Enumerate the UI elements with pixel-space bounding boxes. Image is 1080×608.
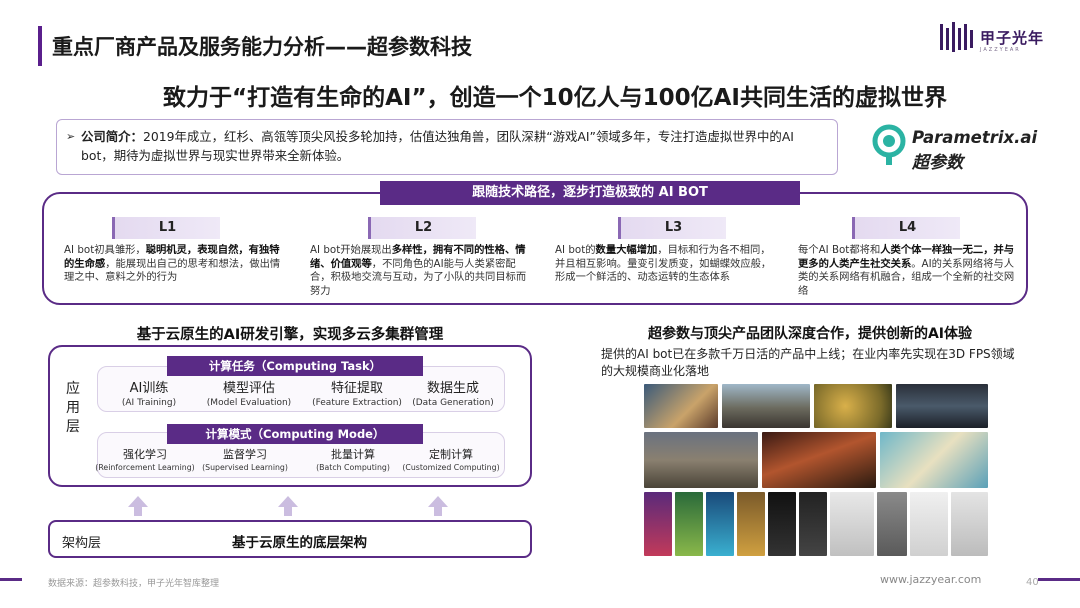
title-accent-bar xyxy=(38,26,42,66)
task-feature-extraction: 特征提取 (Feature Extraction) xyxy=(312,381,402,408)
computing-mode-title: 计算模式（Computing Mode） xyxy=(167,424,423,444)
level-desc-text: AI bot开始展现出 xyxy=(310,244,392,256)
game-screenshot xyxy=(644,432,758,488)
page-number: 40 xyxy=(1026,577,1039,588)
parametrix-logo-icon xyxy=(872,124,906,165)
partnership-title: 超参数与顶尖产品团队深度合作，提供创新的AI体验 xyxy=(647,326,973,342)
game-screenshot xyxy=(644,384,718,428)
mode-reinforcement-learning: 强化学习 (Reinforcement Learning) xyxy=(95,448,195,472)
game-screenshot xyxy=(762,432,876,488)
game-screenshot xyxy=(896,384,988,428)
game-screenshot xyxy=(951,492,988,556)
game-screenshot xyxy=(644,492,672,556)
game-screenshot xyxy=(799,492,827,556)
company-intro-box: ➢ 公司简介：2019年成立，红杉、高瓴等顶尖风投多轮加持，估值达独角兽，团队深… xyxy=(56,119,838,175)
level-tab-l4: L4 xyxy=(852,217,960,239)
level-desc-text: AI bot的 xyxy=(555,244,596,256)
task-data-generation: 数据生成 (Data Generation) xyxy=(412,381,494,408)
task-model-evaluation: 模型评估 (Model Evaluation) xyxy=(206,381,292,408)
logo-subtitle: JAZZYEAR xyxy=(980,47,1021,53)
level-desc-l1: AI bot初具雏形，聪明机灵，表现自然，有独特的生命感，能展现出自己的思考和想… xyxy=(64,244,284,285)
mode-supervised-learning: 监督学习 (Supervised Learning) xyxy=(202,448,288,472)
bullet-arrow-icon: ➢ xyxy=(66,130,76,143)
game-screenshot-gallery xyxy=(644,384,988,556)
level-desc-text: AI bot初具雏形， xyxy=(64,244,146,256)
website-link[interactable]: www.jazzyear.com xyxy=(880,573,981,586)
page-title: 重点厂商产品及服务能力分析——超参数科技 xyxy=(52,35,472,59)
architecture-title: 基于云原生的AI研发引擎，实现多云多集群管理 xyxy=(136,327,444,343)
level-tab-l3: L3 xyxy=(618,217,726,239)
headline: 致力于“打造有生命的AI”，创造一个10亿人与100亿AI共同生活的虚拟世界 xyxy=(163,85,947,111)
up-arrow-icon xyxy=(128,496,148,516)
level-desc-l4: 每个AI Bot都将和人类个体一样独一无二，并与更多的人类产生社交关系。AI的关… xyxy=(798,244,1018,298)
mode-batch-computing: 批量计算 (Batch Computing) xyxy=(316,448,390,472)
roadmap-title: 跟随技术路径，逐步打造极致的 AI BOT xyxy=(380,181,800,205)
footer-accent-line xyxy=(1038,578,1080,581)
up-arrow-icon xyxy=(278,496,298,516)
game-screenshot xyxy=(910,492,948,556)
level-desc-l3: AI bot的数量大幅增加，目标和行为各不相同，并且相互影响。量变引发质变，如蝴… xyxy=(555,244,775,285)
intro-label: 公司简介： xyxy=(81,129,143,144)
data-source-note: 数据来源：超参数科技，甲子光年智库整理 xyxy=(48,579,220,589)
game-screenshot xyxy=(877,492,907,556)
level-desc-l2: AI bot开始展现出多样性，拥有不同的性格、情绪、价值观等，不同角色的AI能与… xyxy=(310,244,530,298)
up-arrow-icon xyxy=(428,496,448,516)
intro-text: 2019年成立，红杉、高瓴等顶尖风投多轮加持，估值达独角兽，团队深耕“游戏AI”… xyxy=(81,129,794,163)
footer-accent-line xyxy=(0,578,22,581)
infrastructure-layer-label: 架构层 xyxy=(62,536,102,551)
level-tab-l2: L2 xyxy=(368,217,476,239)
game-screenshot xyxy=(768,492,796,556)
jazzyear-logo-icon xyxy=(940,22,973,52)
task-ai-training: AI训练 (AI Training) xyxy=(121,381,177,408)
mode-customized-computing: 定制计算 (Customized Computing) xyxy=(402,448,500,472)
game-screenshot xyxy=(675,492,703,556)
brand-name-en: Parametrix.ai xyxy=(912,128,1038,147)
game-screenshot xyxy=(722,384,810,428)
level-tab-l1: L1 xyxy=(112,217,220,239)
game-screenshot xyxy=(830,492,874,556)
brand-name-cn: 超参数 xyxy=(912,153,963,173)
application-layer-label: 应用层 xyxy=(66,381,80,435)
computing-task-title: 计算任务（Computing Task） xyxy=(167,356,423,376)
level-desc-text: 每个AI Bot都将和 xyxy=(798,244,881,256)
logo-text: 甲子光年 xyxy=(980,29,1045,47)
level-desc-highlight: 数量大幅增加 xyxy=(595,244,658,256)
game-screenshot xyxy=(880,432,988,488)
partnership-description: 提供的AI bot已在多款千万日活的产品中上线；在业内率先实现在3D FPS领域… xyxy=(601,347,1015,378)
game-screenshot xyxy=(737,492,765,556)
infrastructure-layer-text: 基于云原生的底层架构 xyxy=(232,535,367,551)
game-screenshot xyxy=(706,492,734,556)
game-screenshot xyxy=(814,384,892,428)
